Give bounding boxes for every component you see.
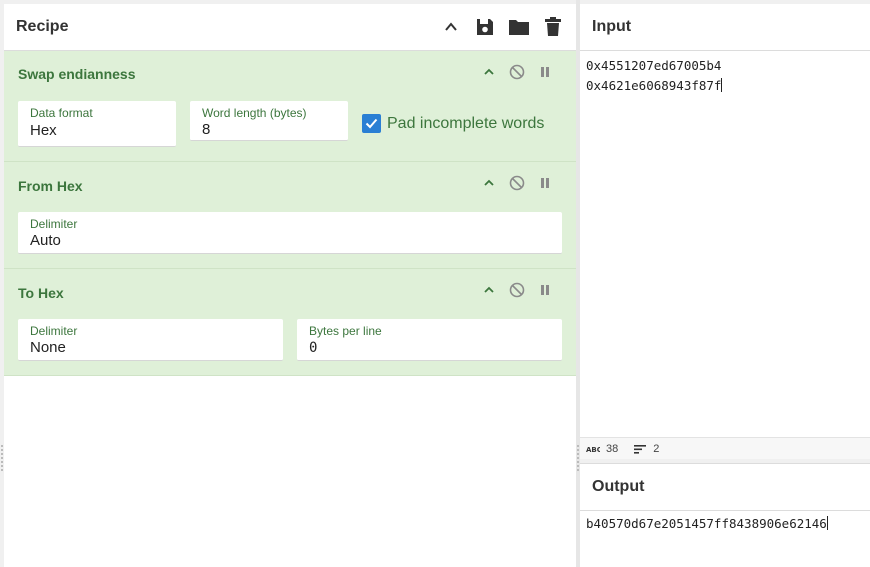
svg-text:ABC: ABC	[586, 446, 600, 453]
breakpoint-button[interactable]	[536, 63, 554, 81]
pause-icon	[541, 285, 549, 295]
resize-handle[interactable]	[577, 445, 579, 471]
operation-swap-endianness[interactable]: Swap endianness Data format Hex Word len…	[4, 51, 576, 162]
trash-icon	[545, 17, 561, 36]
disable-icon	[509, 64, 525, 80]
save-icon	[477, 19, 493, 35]
field-label: Bytes per line	[309, 324, 382, 338]
input-length-value: 38	[606, 442, 619, 455]
recipe-title: Recipe	[16, 18, 69, 35]
collapse-operation-button[interactable]	[480, 281, 498, 299]
input-status-bar: ABC 38 2	[580, 437, 870, 459]
bytes-per-line-input[interactable]: Bytes per line 0	[297, 319, 562, 361]
breakpoint-button[interactable]	[536, 174, 554, 192]
disable-icon	[509, 282, 525, 298]
input-line: 0x4551207ed67005b4	[586, 58, 722, 73]
delimiter-select[interactable]: Delimiter Auto	[18, 212, 562, 254]
output-text: b40570d67e2051457ff8438906e62146	[586, 516, 827, 531]
recipe-header: Recipe	[4, 4, 576, 51]
data-format-select[interactable]: Data format Hex	[18, 101, 176, 147]
field-value: 0	[309, 340, 318, 356]
folder-icon	[509, 20, 529, 35]
lines-icon	[634, 444, 647, 454]
field-label: Word length (bytes)	[202, 106, 307, 120]
field-label: Delimiter	[30, 217, 78, 231]
field-value: Auto	[30, 232, 61, 249]
checkbox-label: Pad incomplete words	[387, 114, 545, 132]
chevron-up-icon	[484, 179, 494, 186]
cyberchef-app: Recipe Swap endianness Data format Hex W…	[0, 0, 870, 567]
load-recipe-button[interactable]	[508, 16, 530, 38]
operation-to-hex[interactable]: To Hex Delimiter None Bytes per line 0	[4, 269, 576, 376]
operation-controls	[480, 63, 554, 81]
operation-from-hex[interactable]: From Hex Delimiter Auto	[4, 162, 576, 269]
checkbox-box[interactable]	[362, 114, 381, 133]
output-header: Output	[580, 464, 870, 511]
recipe-toolbar	[440, 16, 564, 38]
chevron-up-icon	[484, 286, 494, 293]
output-title: Output	[592, 478, 645, 495]
disable-operation-button[interactable]	[508, 281, 526, 299]
text-caret	[721, 78, 723, 92]
clear-recipe-button[interactable]	[542, 16, 564, 38]
disable-operation-button[interactable]	[508, 63, 526, 81]
breakpoint-button[interactable]	[536, 281, 554, 299]
pause-icon	[541, 178, 549, 188]
delimiter-select[interactable]: Delimiter None	[18, 319, 283, 361]
operation-controls	[480, 174, 554, 192]
chevron-up-icon	[484, 68, 494, 75]
pause-icon	[541, 67, 549, 77]
input-title: Input	[592, 18, 632, 35]
input-lines-stat: 2	[634, 443, 659, 455]
output-line: b40570d67e2051457ff8438906e62146	[586, 514, 828, 534]
field-value: 8	[202, 121, 211, 138]
resize-handle[interactable]	[1, 445, 3, 471]
output-panel: Output b40570d67e2051457ff8438906e62146	[580, 463, 870, 567]
text-caret	[826, 516, 828, 530]
output-textarea[interactable]: b40570d67e2051457ff8438906e62146	[586, 514, 828, 534]
collapse-all-button[interactable]	[440, 16, 462, 38]
operation-controls	[480, 281, 554, 299]
field-label: Data format	[30, 106, 93, 120]
input-lines-value: 2	[653, 442, 660, 455]
input-header: Input	[580, 4, 870, 51]
collapse-operation-button[interactable]	[480, 63, 498, 81]
save-recipe-button[interactable]	[474, 16, 496, 38]
input-line: 0x4621e6068943f87f	[586, 76, 723, 96]
operation-title: To Hex	[18, 285, 64, 301]
disable-icon	[509, 175, 525, 191]
pad-incomplete-words-checkbox[interactable]: Pad incomplete words	[362, 114, 544, 133]
operation-title: From Hex	[18, 178, 83, 194]
abc-icon: ABC	[586, 446, 600, 453]
input-panel: Input 0x4551207ed67005b4 0x4621e6068943f…	[580, 4, 870, 459]
word-length-input[interactable]: Word length (bytes) 8	[190, 101, 348, 141]
field-label: Delimiter	[30, 324, 78, 338]
chevron-up-icon	[445, 22, 457, 31]
operation-title: Swap endianness	[18, 66, 136, 82]
input-line-text: 0x4621e6068943f87f	[586, 78, 722, 93]
input-textarea[interactable]: 0x4551207ed67005b4 0x4621e6068943f87f	[586, 56, 723, 96]
checkmark-icon	[365, 118, 378, 129]
input-length-stat: ABC 38	[586, 443, 618, 455]
field-value: Hex	[30, 122, 57, 139]
field-value: None	[30, 339, 66, 356]
recipe-panel: Recipe Swap endianness Data format Hex W…	[4, 4, 576, 567]
collapse-operation-button[interactable]	[480, 174, 498, 192]
disable-operation-button[interactable]	[508, 174, 526, 192]
